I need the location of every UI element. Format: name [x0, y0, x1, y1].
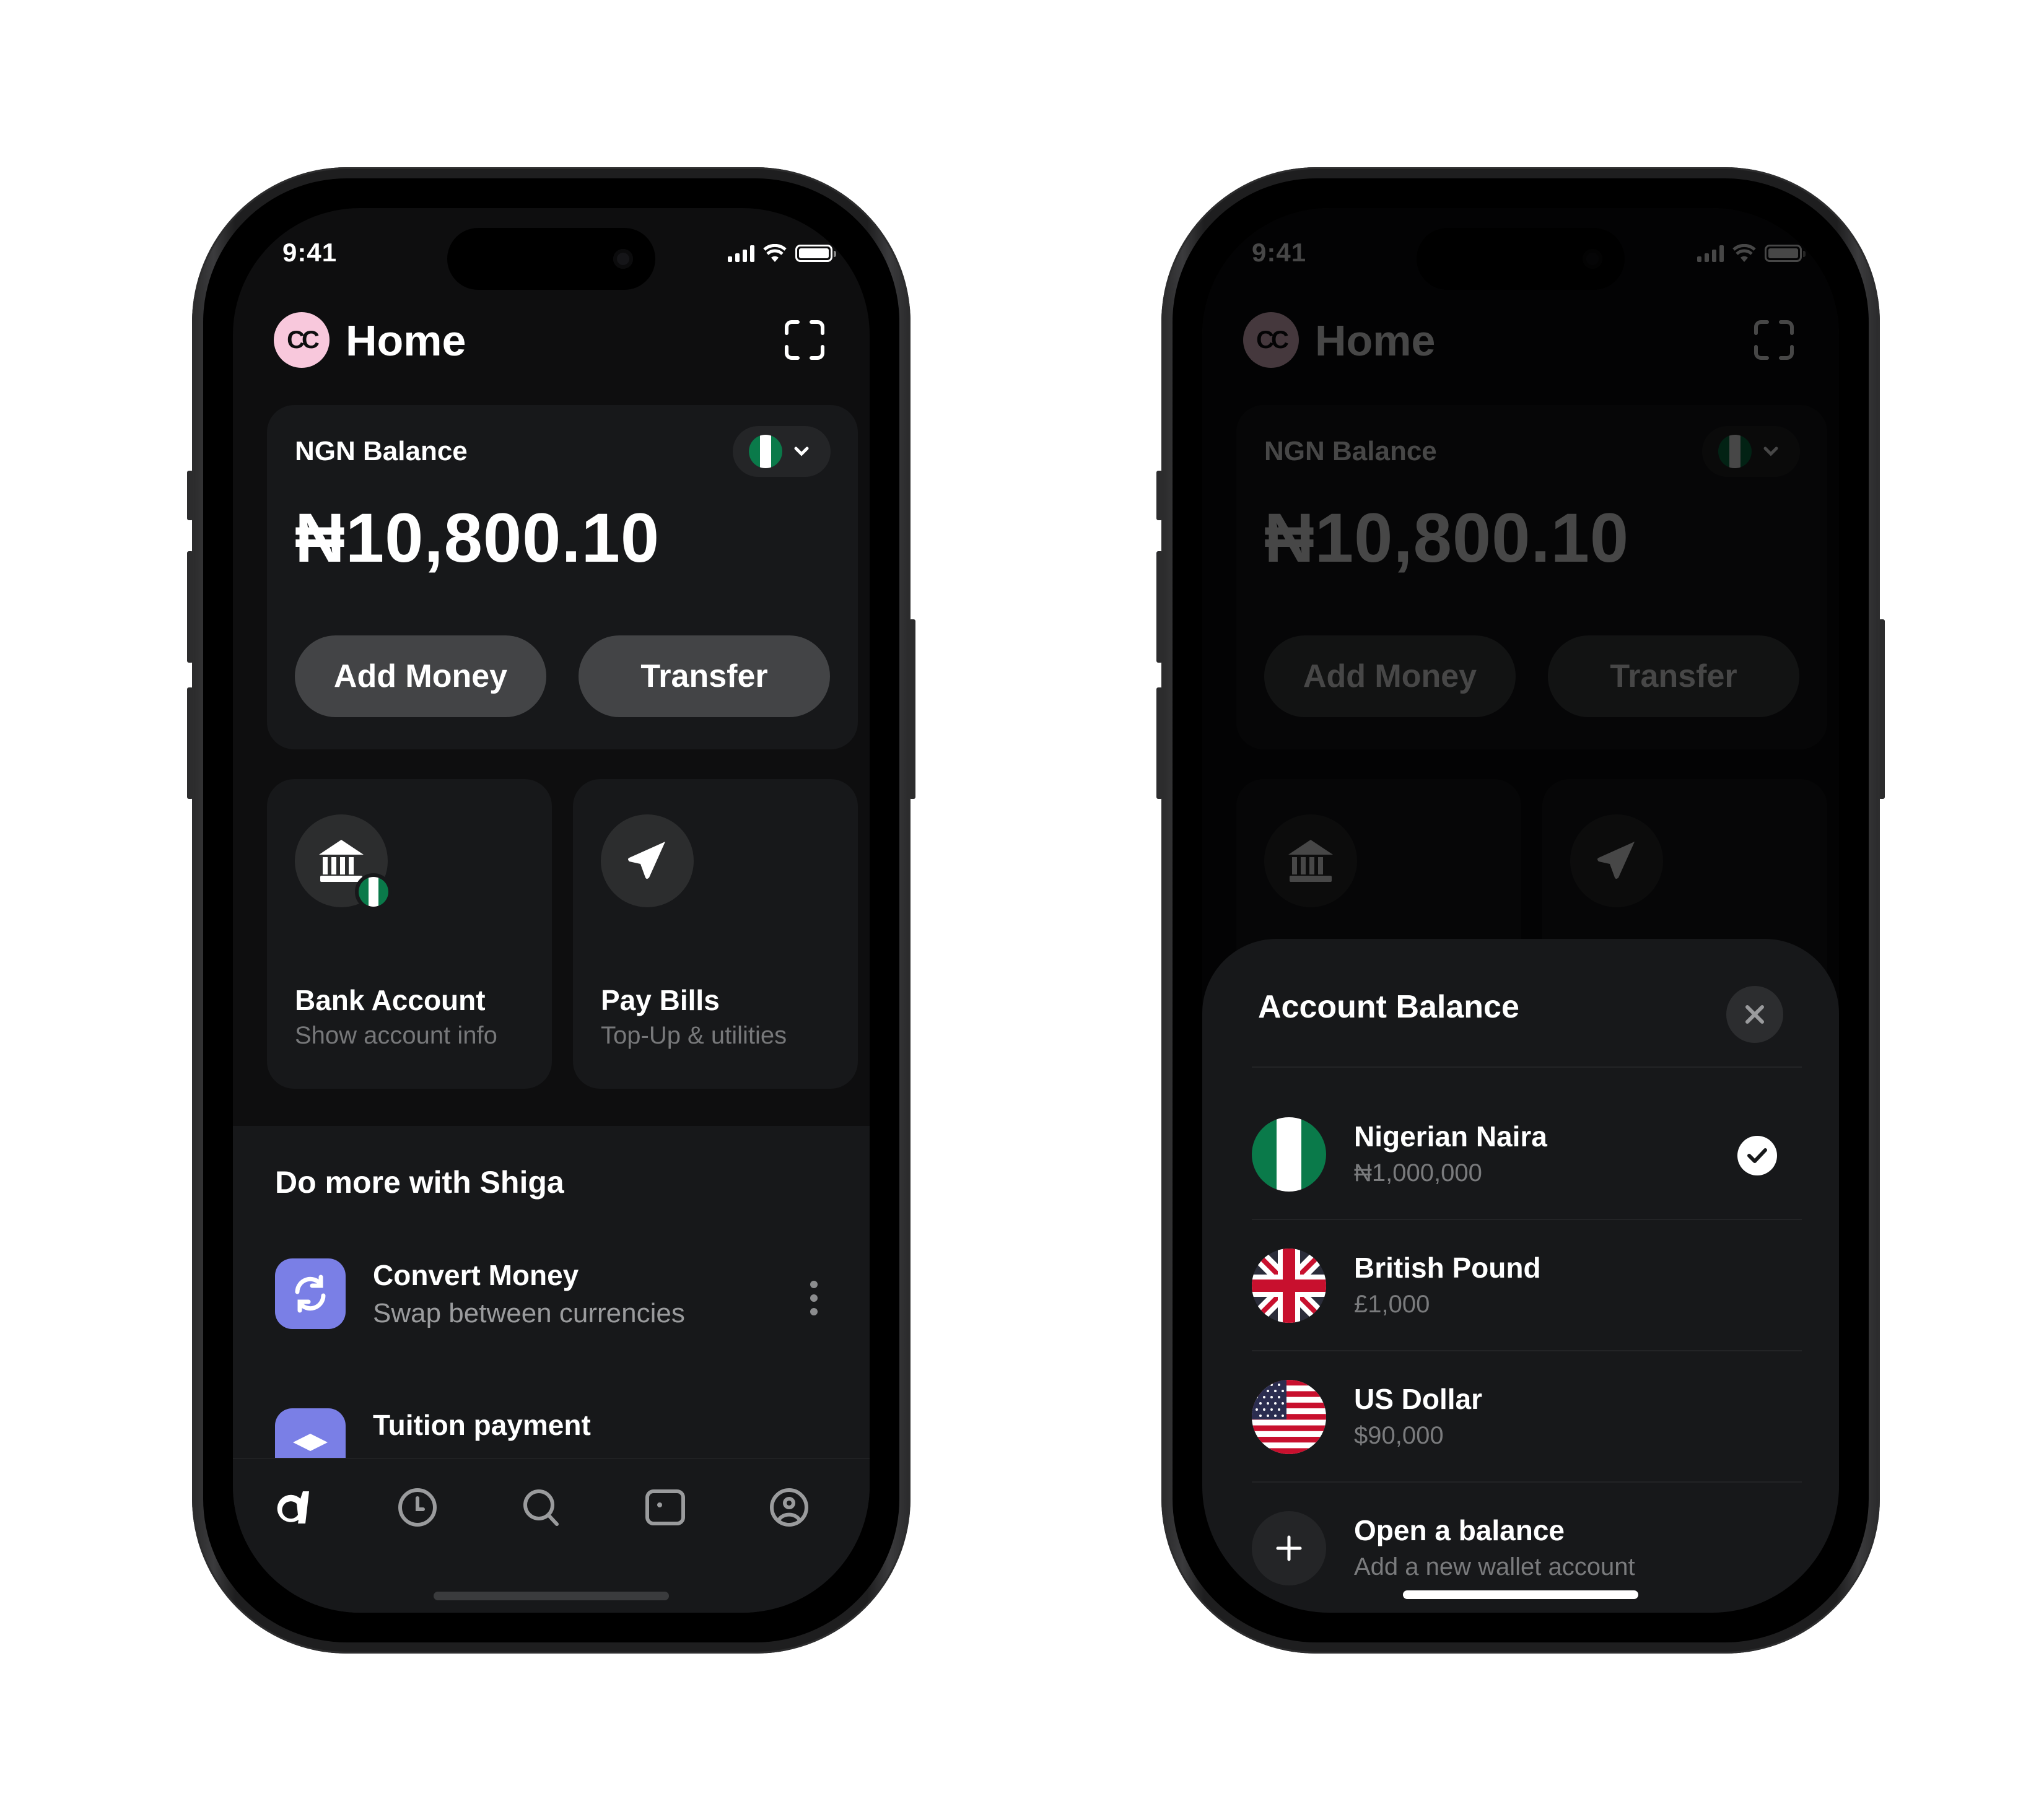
card-icon [645, 1489, 685, 1525]
item-subtitle: Swap between currencies [373, 1298, 685, 1328]
account-balance-sheet: Account Balance Nigerian Naira ₦1,000,00… [1202, 939, 1839, 1613]
page-title: Home [346, 316, 466, 365]
account-name: British Pound [1354, 1252, 1541, 1284]
tile-title: Bank Account [295, 984, 486, 1016]
volume-down-button [187, 687, 193, 799]
transfer-button[interactable]: Transfer [579, 635, 830, 717]
nigeria-flag-icon [1252, 1117, 1326, 1192]
account-row-usd[interactable]: US Dollar $90,000 [1252, 1362, 1802, 1474]
divider [1252, 1481, 1802, 1483]
section-title: Do more with Shiga [275, 1165, 564, 1200]
item-title: Tuition payment [373, 1409, 591, 1441]
battery-icon [795, 245, 836, 262]
balance-amount: ₦10,800.10 [295, 499, 660, 577]
account-row-gbp[interactable]: British Pound £1,000 [1252, 1231, 1802, 1343]
account-balance: ₦1,000,000 [1354, 1159, 1482, 1187]
chevron-down-icon [794, 447, 809, 456]
send-icon [601, 814, 694, 907]
tab-history[interactable] [393, 1483, 442, 1532]
more-options-icon[interactable] [810, 1281, 818, 1315]
balance-label: NGN Balance [295, 436, 468, 466]
action-button [187, 471, 193, 520]
divider [1252, 1219, 1802, 1220]
home-indicator[interactable] [434, 1592, 669, 1600]
plus-icon [1252, 1511, 1326, 1585]
user-circle-icon [770, 1488, 808, 1527]
phone-account-sheet: 9:41 CC Home NGN Balance ₦10,800.10 Add … [1156, 167, 1885, 1654]
home-indicator[interactable] [1403, 1590, 1638, 1599]
currency-selector[interactable] [733, 426, 831, 477]
list-item-convert-money[interactable]: Convert Money Swap between currencies [275, 1258, 832, 1333]
volume-up-button [187, 551, 193, 663]
account-row-ngn[interactable]: Nigerian Naira ₦1,000,000 [1252, 1100, 1802, 1211]
tab-cards[interactable] [640, 1483, 690, 1532]
phone-home-screen: 9:41 CC Home NGN Balance ₦10,800.10 Add … [187, 167, 915, 1654]
home-screen: 9:41 CC Home NGN Balance ₦10,800.10 Add … [233, 208, 870, 1613]
tab-search[interactable] [517, 1483, 566, 1532]
nigeria-flag-icon [749, 435, 782, 468]
volume-down-button [1156, 687, 1163, 799]
tab-home[interactable] [269, 1483, 318, 1532]
sheet-title: Account Balance [1258, 989, 1519, 1025]
bank-account-tile[interactable]: Bank Account Show account info [267, 779, 552, 1089]
shiga-logo-icon [277, 1491, 309, 1524]
checkmark-icon [1737, 1136, 1777, 1175]
wifi-icon [763, 244, 787, 262]
pay-bills-tile[interactable]: Pay Bills Top-Up & utilities [573, 779, 858, 1089]
close-button[interactable] [1726, 986, 1783, 1043]
power-button [1879, 619, 1885, 799]
status-bar: 9:41 [233, 234, 870, 277]
scan-icon[interactable] [784, 320, 825, 360]
open-balance-title: Open a balance [1354, 1514, 1565, 1546]
nigeria-flag-badge [355, 873, 392, 910]
account-balance: £1,000 [1354, 1291, 1430, 1318]
avatar[interactable]: CC [274, 312, 330, 368]
cellular-signal-icon [728, 245, 754, 262]
clock-icon [398, 1488, 437, 1527]
refresh-icon [275, 1258, 346, 1329]
home-header: CC Home [270, 306, 832, 374]
account-name: US Dollar [1354, 1383, 1483, 1415]
account-balance-screen: 9:41 CC Home NGN Balance ₦10,800.10 Add … [1202, 208, 1839, 1613]
divider [1252, 1350, 1802, 1351]
tab-bar [233, 1458, 870, 1613]
search-icon [523, 1489, 559, 1526]
uk-flag-icon [1252, 1249, 1326, 1323]
status-time: 9:41 [282, 238, 338, 267]
power-button [909, 619, 915, 799]
add-money-button[interactable]: Add Money [295, 635, 546, 717]
account-balance: $90,000 [1354, 1422, 1444, 1449]
us-flag-icon [1252, 1380, 1326, 1454]
open-balance-row[interactable]: Open a balance Add a new wallet account [1252, 1494, 1802, 1605]
tab-profile[interactable] [764, 1483, 814, 1532]
tile-subtitle: Top-Up & utilities [601, 1022, 787, 1049]
action-button [1156, 471, 1163, 520]
tile-subtitle: Show account info [295, 1022, 497, 1049]
divider [1252, 1066, 1802, 1068]
item-title: Convert Money [373, 1259, 579, 1291]
close-icon [1745, 1005, 1764, 1024]
balance-card: NGN Balance ₦10,800.10 Add Money Transfe… [267, 405, 858, 749]
volume-up-button [1156, 551, 1163, 663]
open-balance-subtitle: Add a new wallet account [1354, 1553, 1635, 1580]
tile-title: Pay Bills [601, 984, 720, 1016]
account-name: Nigerian Naira [1354, 1120, 1547, 1153]
